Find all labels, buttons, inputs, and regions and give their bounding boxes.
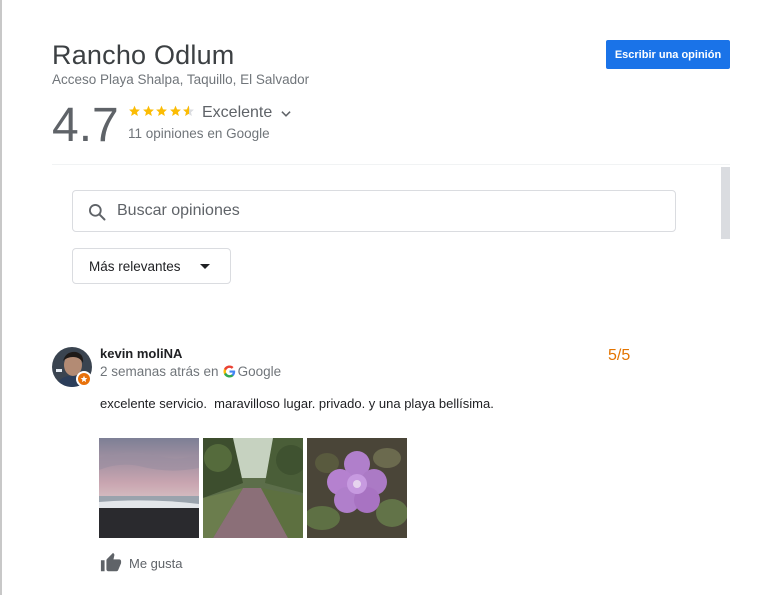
star-full-icon [169,105,181,116]
review-meta: 2 semanas atrás en Google [100,364,281,379]
star-full-icon [129,105,140,116]
review-time: 2 semanas atrás en [100,364,219,379]
star-full-icon [156,105,168,116]
review-photo-flower[interactable] [307,438,407,538]
divider [52,164,730,165]
search-input[interactable] [117,191,667,231]
review-source: Google [237,364,282,379]
sort-selected-label: Más relevantes [89,259,181,274]
review-photo-beach[interactable] [99,438,199,538]
rating-value: 4.7 [52,99,119,152]
star-half-icon [183,105,195,116]
review-count: 11 opiniones en Google [128,126,270,141]
write-review-button[interactable]: Escribir una opinión [606,40,730,69]
window-edge [0,0,2,595]
reviewer-name[interactable]: kevin moliNA [100,346,182,361]
local-guide-badge-icon [76,371,92,387]
rating-word[interactable]: Excelente [202,104,272,122]
caret-down-icon [200,264,210,269]
like-label: Me gusta [129,555,183,571]
search-box[interactable] [72,190,676,232]
sort-dropdown[interactable]: Más relevantes [72,248,231,284]
place-address: Acceso Playa Shalpa, Taquillo, El Salvad… [52,72,310,87]
like-button[interactable]: Me gusta [99,552,182,574]
star-full-icon [142,105,154,116]
chevron-down-icon[interactable] [279,107,293,121]
place-title: Rancho Odlum [52,40,235,70]
search-icon [89,204,106,221]
thumbs-up-icon [100,552,122,572]
review-text: excelente servicio. maravilloso lugar. p… [100,396,494,411]
review-photo-path[interactable] [203,438,303,538]
rating-stars [128,104,196,118]
scrollbar-thumb[interactable] [721,167,730,239]
google-g-icon [223,365,235,378]
review-score: 5/5 [608,347,631,364]
